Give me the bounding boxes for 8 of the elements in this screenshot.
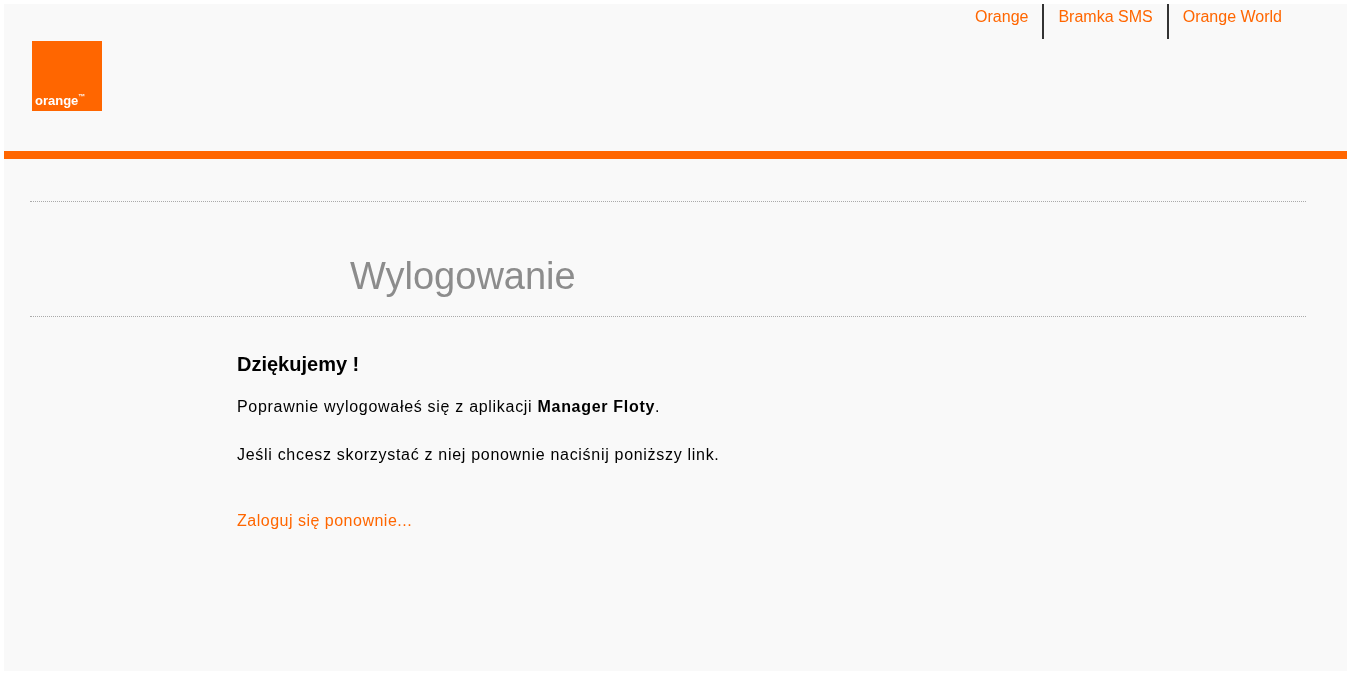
page-title: Wylogowanie [349, 254, 577, 299]
top-link[interactable]: Orange [961, 4, 1043, 39]
login-again-link[interactable]: Zaloguj się ponownie... [237, 512, 413, 530]
top-link[interactable]: Orange World [1166, 4, 1296, 39]
message-text: Poprawnie wylogowałeś się z aplikacji Manager Floty. [237, 398, 662, 416]
thanks-heading: Dziękujemy ! [237, 353, 361, 376]
top-link[interactable]: Bramka SMS [1042, 4, 1167, 39]
message-text: Jeśli chcesz skorzystać z niej ponownie naciśnij poniższy link. [237, 446, 721, 464]
